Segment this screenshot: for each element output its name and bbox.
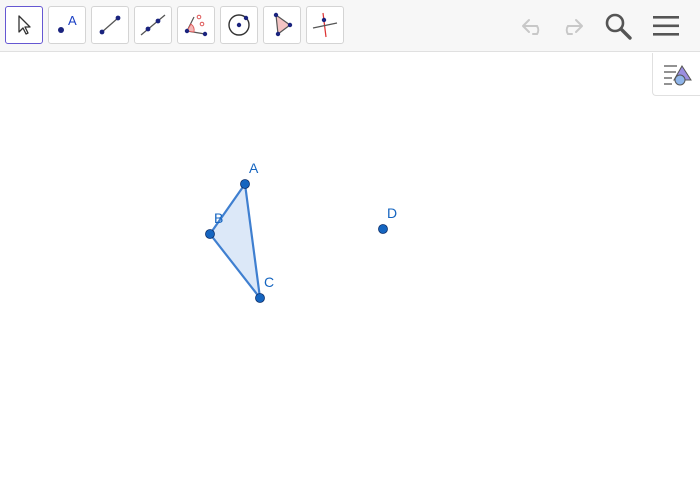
menu-button[interactable] xyxy=(650,10,682,42)
triangle-abc[interactable] xyxy=(208,182,262,300)
angle-tool[interactable] xyxy=(177,6,215,44)
angle-icon xyxy=(184,14,208,37)
point-icon: A xyxy=(58,13,77,33)
point-label-d: D xyxy=(387,205,397,221)
search-button[interactable] xyxy=(602,10,634,42)
point-a[interactable] xyxy=(240,179,250,189)
redo-icon xyxy=(565,19,583,35)
point-tool-label: A xyxy=(68,13,77,28)
line-tool[interactable] xyxy=(134,6,172,44)
circle-tool[interactable] xyxy=(220,6,258,44)
line-icon xyxy=(140,14,166,36)
point-label-a: A xyxy=(249,160,259,176)
perpendicular-line-icon xyxy=(312,12,338,38)
perpendicular-line-tool[interactable] xyxy=(306,6,344,44)
point-b[interactable] xyxy=(205,229,215,239)
point-d[interactable] xyxy=(378,224,388,234)
segment-tool[interactable] xyxy=(91,6,129,44)
point-c[interactable] xyxy=(255,293,265,303)
circle-icon xyxy=(228,14,250,36)
undo-icon xyxy=(522,19,540,35)
menu-icon xyxy=(653,16,679,36)
point-tool[interactable]: A xyxy=(48,6,86,44)
redo-button[interactable] xyxy=(555,10,587,42)
graphics-view[interactable]: A B C D xyxy=(0,53,700,500)
move-tool[interactable] xyxy=(5,6,43,44)
segment-icon xyxy=(99,15,121,35)
point-label-c: C xyxy=(264,274,274,290)
graphics-canvas: A B C D xyxy=(205,160,397,303)
toolbar: A xyxy=(0,0,700,52)
undo-button[interactable] xyxy=(518,10,550,42)
polygon-icon xyxy=(273,12,293,37)
search-icon xyxy=(605,13,632,40)
tool-group: A xyxy=(5,6,344,44)
point-label-b: B xyxy=(214,210,223,226)
polygon-tool[interactable] xyxy=(263,6,301,44)
cursor-arrow-icon xyxy=(18,15,31,35)
